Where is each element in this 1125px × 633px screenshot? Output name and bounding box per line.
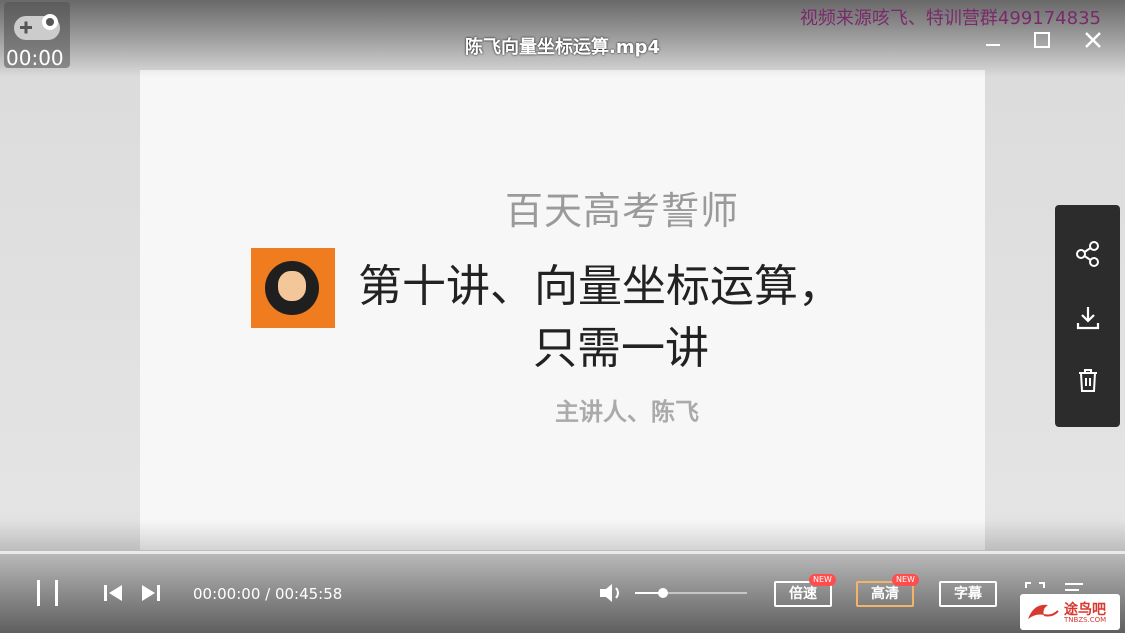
download-button[interactable] — [1073, 303, 1103, 333]
quality-new-badge: NEW — [892, 574, 919, 586]
site-logo-subtext: TNBZS.COM — [1064, 616, 1107, 624]
progress-bar[interactable] — [0, 551, 1125, 554]
volume-slider-handle[interactable] — [658, 588, 668, 598]
previous-button[interactable] — [102, 583, 124, 607]
pause-button[interactable] — [33, 578, 63, 612]
subtitle-button[interactable]: 字幕 — [939, 581, 997, 607]
delete-button[interactable] — [1073, 365, 1103, 395]
slide-author: 主讲人、陈飞 — [555, 398, 699, 426]
bottom-overlay — [0, 520, 1125, 633]
slide-title-line1: 第十讲、向量坐标运算， — [358, 261, 842, 312]
volume-button[interactable] — [598, 581, 626, 609]
site-logo: 途鸟吧 TNBZS.COM — [1020, 594, 1120, 630]
close-button[interactable] — [1081, 28, 1105, 52]
pause-icon — [37, 580, 58, 606]
speed-new-badge: NEW — [809, 574, 836, 586]
slide-heading: 百天高考誓师 — [505, 189, 740, 233]
minimize-icon — [986, 44, 1000, 46]
slide-title-line2: 只需一讲 — [533, 323, 709, 374]
side-action-panel — [1055, 205, 1120, 427]
bird-logo-icon — [1028, 604, 1059, 619]
trash-icon — [1079, 369, 1097, 392]
speaker-icon — [600, 584, 619, 602]
skip-next-icon — [142, 585, 160, 601]
download-icon — [1076, 307, 1100, 330]
minimize-button[interactable] — [981, 28, 1005, 52]
share-icon — [1076, 241, 1099, 267]
watermark-text: 视频来源咳飞、特训营群499174835 — [799, 8, 1101, 29]
share-button[interactable] — [1073, 239, 1103, 269]
maximize-button[interactable] — [1030, 28, 1054, 52]
time-display: 00:00:00 / 00:45:58 — [193, 585, 343, 603]
next-button[interactable] — [140, 583, 162, 607]
close-icon — [1085, 32, 1101, 48]
window-title: 陈飞向量坐标运算.mp4 — [464, 37, 660, 58]
maximize-icon — [1034, 32, 1050, 48]
skip-previous-icon — [104, 585, 122, 601]
monkey-logo-icon — [251, 248, 335, 328]
